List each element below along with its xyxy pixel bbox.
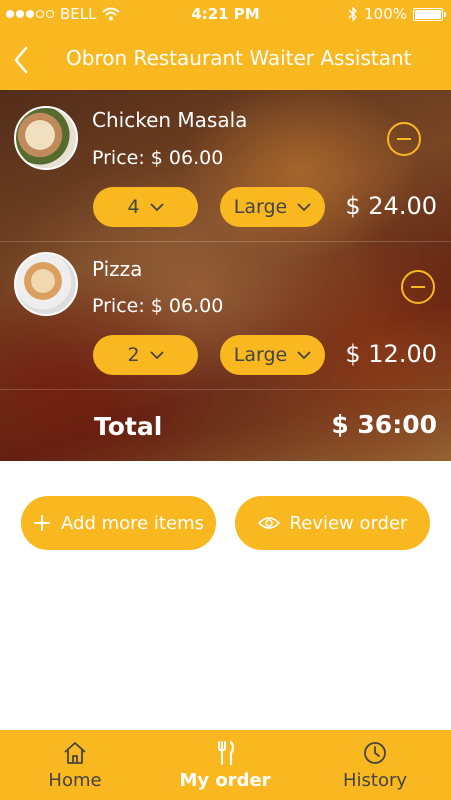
size-value: Large	[233, 196, 288, 218]
bluetooth-icon	[348, 6, 358, 22]
tab-my-order-label: My order	[179, 770, 271, 791]
item-name: Pizza	[92, 257, 143, 281]
total-label: Total	[94, 412, 163, 441]
item-price: Price: $ 06.00	[92, 295, 224, 317]
battery-icon	[413, 7, 446, 21]
navbar: Obron Restaurant Waiter Assistant	[0, 34, 451, 86]
order-list: Chicken Masala Price: $ 06.00 4 Large $ …	[0, 90, 451, 461]
order-item: Pizza Price: $ 06.00 2 Large $ 12.00	[0, 242, 451, 390]
food-thumbnail	[14, 252, 78, 316]
item-amount: $ 24.00	[345, 192, 437, 220]
status-bar: BELL 4:21 PM 100%	[0, 0, 451, 28]
page-title: Obron Restaurant Waiter Assistant	[66, 46, 412, 70]
header: BELL 4:21 PM 100% Obron Restaurant Waite…	[0, 0, 451, 90]
quantity-dropdown[interactable]: 4	[93, 187, 198, 227]
quantity-value: 2	[127, 344, 140, 366]
clock-icon	[364, 742, 386, 764]
size-value: Large	[233, 344, 288, 366]
tab-my-order[interactable]: My order	[150, 730, 300, 800]
item-amount: $ 12.00	[345, 340, 437, 368]
food-thumbnail	[14, 106, 78, 170]
order-item: Chicken Masala Price: $ 06.00 4 Large $ …	[0, 90, 451, 242]
total-value: $ 36:00	[331, 410, 437, 439]
remove-item-button[interactable]	[401, 270, 435, 304]
quantity-value: 4	[127, 196, 140, 218]
add-more-label: Add more items	[61, 512, 204, 534]
tab-history[interactable]: History	[300, 730, 450, 800]
fork-knife-icon	[218, 740, 235, 766]
add-more-items-button[interactable]: Add more items	[21, 496, 216, 550]
plus-icon	[34, 515, 51, 531]
size-dropdown[interactable]: Large	[220, 187, 325, 227]
item-price: Price: $ 06.00	[92, 147, 224, 169]
chevron-down-icon	[149, 351, 164, 360]
eye-icon	[257, 517, 280, 529]
tab-home-label: Home	[48, 770, 102, 791]
tab-history-label: History	[342, 770, 408, 791]
home-icon	[64, 742, 86, 764]
status-right: 100%	[348, 0, 446, 28]
chevron-down-icon	[149, 203, 164, 212]
tab-bar: Home My order History	[0, 730, 451, 800]
item-name: Chicken Masala	[92, 108, 248, 132]
review-order-button[interactable]: Review order	[235, 496, 430, 550]
remove-item-button[interactable]	[387, 122, 421, 156]
size-dropdown[interactable]: Large	[220, 335, 325, 375]
quantity-dropdown[interactable]: 2	[93, 335, 198, 375]
app-screen: BELL 4:21 PM 100% Obron Restaurant Waite…	[0, 0, 451, 800]
tab-home[interactable]: Home	[0, 730, 150, 800]
back-arrow-icon[interactable]	[8, 40, 38, 80]
chevron-down-icon	[297, 203, 311, 212]
chevron-down-icon	[297, 351, 311, 360]
review-label: Review order	[289, 512, 408, 534]
battery-label: 100%	[364, 5, 407, 23]
